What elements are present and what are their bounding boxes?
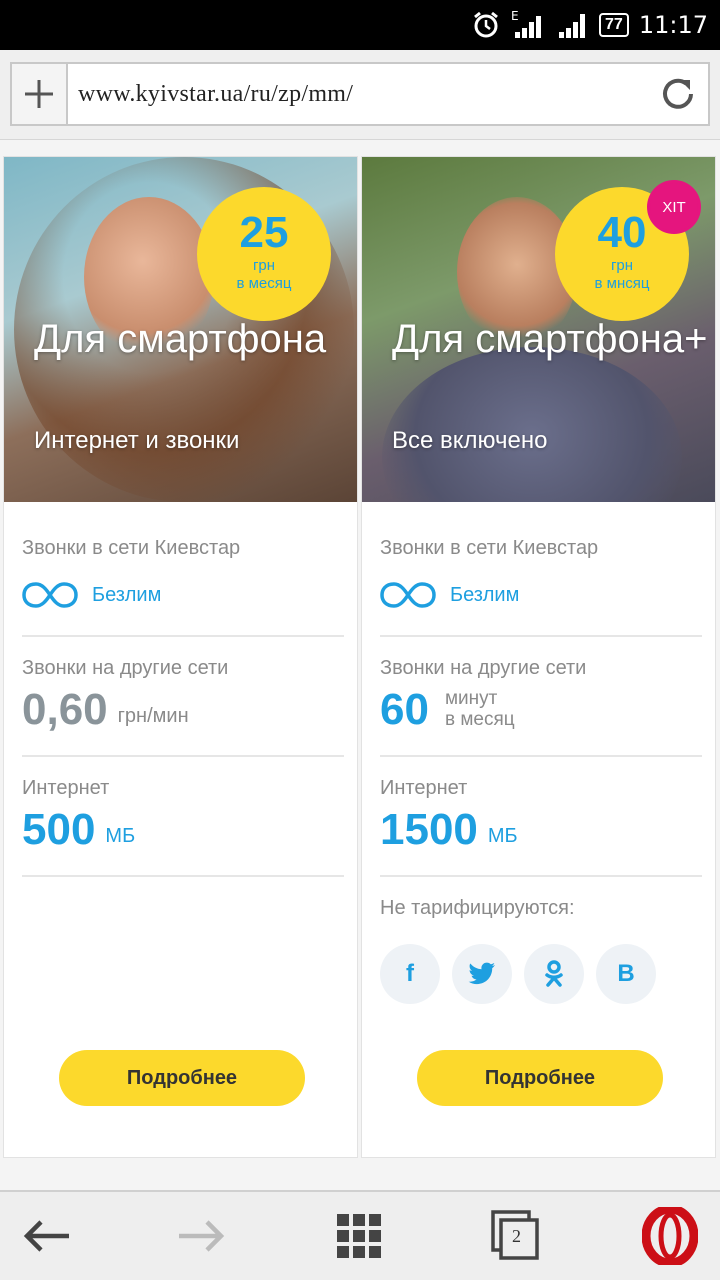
divider xyxy=(22,635,344,637)
vk-icon: B xyxy=(596,944,656,1004)
divider xyxy=(22,755,344,757)
plan-subtitle: Интернет и звонки xyxy=(34,427,240,454)
divider xyxy=(380,635,702,637)
opera-menu-button[interactable] xyxy=(640,1206,700,1266)
calls-other-period: в месяц xyxy=(444,709,515,730)
calls-other-unit: грн/мин xyxy=(117,705,189,727)
calls-other-value: 60 xyxy=(380,685,429,734)
calls-other-section: Звонки на другие сети 60 минут в месяц xyxy=(380,657,702,734)
back-button[interactable] xyxy=(16,1206,76,1266)
calls-in-value: Безлим xyxy=(92,583,162,606)
url-text[interactable]: www.kyivstar.ua/ru/zp/mm/ xyxy=(78,64,353,124)
calls-other-label: Звонки на другие сети xyxy=(380,657,587,679)
plan-title: Для смартфона xyxy=(34,317,327,361)
internet-label: Интернет xyxy=(22,777,110,799)
infinity-icon xyxy=(380,582,436,608)
price-badge: 25 грн в месяц xyxy=(197,187,331,321)
plan-card: 25 грн в месяц Для смартфона Интернет и … xyxy=(3,156,358,1158)
battery-icon: 77 xyxy=(599,13,629,37)
calls-in-section: Звонки в сети Киевстар Безлим xyxy=(22,537,344,610)
signal-icon xyxy=(555,10,589,40)
price-currency: грн xyxy=(252,257,276,274)
details-button[interactable]: Подробнее xyxy=(59,1050,305,1106)
clock: 11:17 xyxy=(638,11,708,39)
price-currency: грн xyxy=(610,257,634,274)
back-arrow-icon xyxy=(23,1220,69,1252)
not-charged-label: Не тарифицируются: xyxy=(380,897,575,919)
grid-icon xyxy=(337,1214,381,1258)
divider xyxy=(22,875,344,877)
internet-section: Интернет 1500 МБ xyxy=(380,777,702,854)
signal-icon: E xyxy=(511,10,545,40)
calls-other-value: 0,60 xyxy=(22,685,108,734)
tab-count: 2 xyxy=(512,1226,521,1246)
internet-value: 500 xyxy=(22,805,96,854)
page-content: 25 грн в месяц Для смартфона Интернет и … xyxy=(0,140,720,1190)
status-bar: E 77 11:17 xyxy=(0,0,720,50)
tabs-button[interactable]: 2 xyxy=(486,1206,546,1266)
calls-in-label: Звонки в сети Киевстар xyxy=(22,537,241,559)
not-charged-section: Не тарифицируются: f B xyxy=(380,897,702,1004)
details-button[interactable]: Подробнее xyxy=(417,1050,663,1106)
alarm-icon xyxy=(471,10,501,40)
calls-other-label: Звонки на другие сети xyxy=(22,657,229,679)
calls-other-unit: минут xyxy=(444,688,498,709)
bottom-navigation: 2 xyxy=(0,1190,720,1280)
divider xyxy=(380,875,702,877)
infinity-icon xyxy=(22,582,78,608)
plan-subtitle: Все включено xyxy=(392,427,548,454)
calls-in-section: Звонки в сети Киевстар Безлим xyxy=(380,537,702,610)
hit-badge: ХІТ xyxy=(650,183,698,231)
calls-in-value: Безлим xyxy=(450,583,520,606)
internet-section: Интернет 500 МБ xyxy=(22,777,344,854)
plan-hero-image: 25 грн в месяц Для смартфона Интернет и … xyxy=(4,157,357,502)
price-value: 25 xyxy=(239,208,289,257)
internet-unit: МБ xyxy=(105,825,136,847)
odnoklassniki-icon xyxy=(524,944,584,1004)
speed-dial-grid-button[interactable] xyxy=(329,1206,389,1266)
internet-value: 1500 xyxy=(380,805,478,854)
opera-logo-icon xyxy=(642,1207,698,1265)
reload-button[interactable] xyxy=(658,74,698,114)
reload-icon xyxy=(663,78,693,109)
calls-in-label: Звонки в сети Киевстар xyxy=(380,537,599,559)
calls-other-section: Звонки на другие сети 0,60 грн/мин xyxy=(22,657,344,734)
address-bar: www.kyivstar.ua/ru/zp/mm/ xyxy=(0,50,720,140)
plus-icon xyxy=(25,80,53,108)
forward-button[interactable] xyxy=(172,1206,232,1266)
photo-man xyxy=(382,347,682,502)
divider xyxy=(380,755,702,757)
facebook-icon: f xyxy=(380,944,440,1004)
plan-card: 40 грн в мнсяц ХІТ Для смартфона+ Все вк… xyxy=(361,156,716,1158)
internet-unit: МБ xyxy=(487,825,518,847)
url-field[interactable]: www.kyivstar.ua/ru/zp/mm/ xyxy=(10,62,710,126)
price-period: в месяц xyxy=(236,275,292,292)
plan-title: Для смартфона+ xyxy=(392,317,708,361)
plan-hero-image: 40 грн в мнсяц ХІТ Для смартфона+ Все вк… xyxy=(362,157,715,502)
network-type: E xyxy=(511,10,519,23)
forward-arrow-icon xyxy=(179,1220,225,1252)
internet-label: Интернет xyxy=(380,777,468,799)
twitter-icon xyxy=(452,944,512,1004)
price-period: в мнсяц xyxy=(594,275,650,292)
speed-dial-button[interactable] xyxy=(12,64,68,124)
